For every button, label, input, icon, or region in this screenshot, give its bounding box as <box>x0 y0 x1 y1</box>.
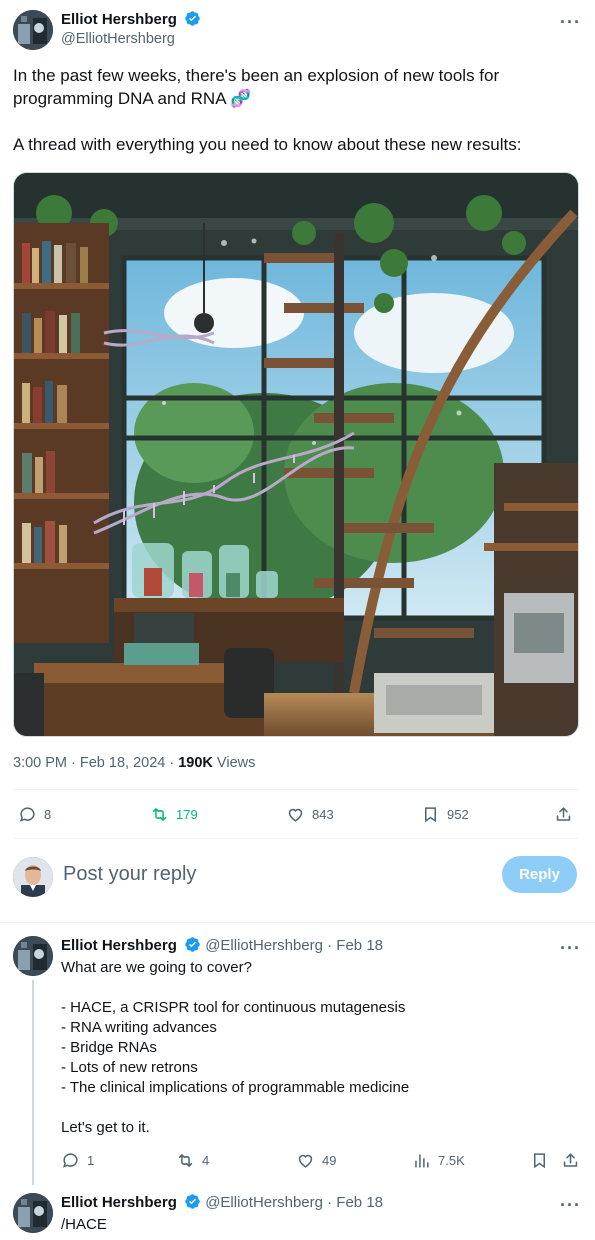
share-icon <box>563 1153 578 1167</box>
author-avatar[interactable] <box>13 1193 53 1233</box>
more-options-icon[interactable]: ··· <box>560 13 581 31</box>
verified-badge-icon <box>185 1194 200 1209</box>
divider <box>13 838 579 839</box>
share-action[interactable] <box>561 1151 580 1170</box>
thread-tweet-text: What are we going to cover? - HACE, a CR… <box>61 958 571 1138</box>
heart-icon <box>298 1154 313 1168</box>
retweet-icon <box>152 808 167 821</box>
retweet-icon <box>178 1154 193 1167</box>
tweet-text-line-wrap: programming DNA and RNA 🧬 <box>13 87 583 110</box>
reply-button[interactable]: Reply <box>502 856 577 893</box>
verified-badge-icon <box>185 937 200 952</box>
reply-icon <box>62 1153 78 1168</box>
bookmark-action[interactable] <box>530 1151 549 1170</box>
tweet-text-line: In the past few weeks, there's been an e… <box>13 66 500 85</box>
share-action[interactable] <box>554 805 573 824</box>
thread-connector-line <box>32 980 34 1185</box>
dna-emoji-icon: 🧬 <box>230 89 252 108</box>
tweet-text-line: - Bridge RNAs <box>61 1039 157 1056</box>
thread-tweet-header: Elliot Hershberg @ElliotHershberg · Feb … <box>61 1193 383 1211</box>
tweet-timestamp[interactable]: 3:00 PM · Feb 18, 2024 · 190K Views <box>13 755 255 771</box>
divider <box>13 789 579 790</box>
tweet-text-line: - Lots of new retrons <box>61 1059 198 1076</box>
tweet-time[interactable]: 3:00 PM · Feb 18, 2024 · <box>13 755 178 771</box>
like-count: 843 <box>312 807 334 822</box>
bookmark-icon <box>533 1153 546 1169</box>
like-action[interactable]: 49 <box>296 1151 336 1170</box>
tweet-text-line: Let's get to it. <box>61 1119 150 1136</box>
lab-illustration <box>14 173 578 736</box>
thread-tweet-header: Elliot Hershberg @ElliotHershberg · Feb … <box>61 936 383 954</box>
like-action[interactable]: 843 <box>286 805 334 824</box>
author-name[interactable]: Elliot Hershberg <box>61 937 177 954</box>
handle-and-date[interactable]: @ElliotHershberg · Feb 18 <box>205 937 383 954</box>
reply-input[interactable]: Post your reply <box>63 863 196 886</box>
author-name[interactable]: Elliot Hershberg <box>61 11 177 28</box>
bookmark-action[interactable]: 952 <box>421 805 469 824</box>
divider <box>0 922 595 923</box>
reply-count: 8 <box>44 807 52 822</box>
author-handle[interactable]: @ElliotHershberg <box>61 31 175 47</box>
like-count: 49 <box>322 1153 337 1168</box>
more-options-icon[interactable]: ··· <box>560 1196 581 1214</box>
tweet-image[interactable] <box>13 172 579 737</box>
tweet-text-line: - HACE, a CRISPR tool for continuous mut… <box>61 999 406 1016</box>
views-action[interactable]: 7.5K <box>412 1151 465 1170</box>
reply-icon <box>19 807 35 822</box>
reply-count: 1 <box>87 1153 95 1168</box>
tweet-text-line: A thread with everything you need to kno… <box>13 135 522 154</box>
current-user-avatar[interactable] <box>13 857 53 897</box>
author-avatar[interactable] <box>13 10 53 50</box>
retweet-action[interactable]: 4 <box>176 1151 209 1170</box>
tweet-text: In the past few weeks, there's been an e… <box>13 64 583 156</box>
tweet-text-line: /HACE <box>61 1216 107 1233</box>
tweet-text-line: - The clinical implications of programma… <box>61 1079 410 1096</box>
bookmark-icon <box>424 807 437 823</box>
views-count: 190K <box>178 755 213 771</box>
reply-action[interactable]: 1 <box>61 1151 94 1170</box>
retweet-count: 179 <box>176 807 198 822</box>
more-options-icon[interactable]: ··· <box>560 939 581 957</box>
verified-badge-icon <box>185 11 201 26</box>
author-name[interactable]: Elliot Hershberg <box>61 1194 177 1211</box>
share-icon <box>556 807 571 821</box>
views-count: 7.5K <box>438 1153 465 1168</box>
retweet-action[interactable]: 179 <box>150 805 198 824</box>
reply-action[interactable]: 8 <box>18 805 51 824</box>
handle-and-date[interactable]: @ElliotHershberg · Feb 18 <box>205 1194 383 1211</box>
author-avatar[interactable] <box>13 936 53 976</box>
tweet-text-line: - RNA writing advances <box>61 1019 217 1036</box>
views-label: Views <box>212 755 256 771</box>
heart-icon <box>288 808 303 822</box>
retweet-count: 4 <box>202 1153 210 1168</box>
analytics-icon <box>415 1154 429 1168</box>
tweet-text-line: What are we going to cover? <box>61 959 252 976</box>
tweet-text-line: programming DNA and RNA <box>13 89 226 108</box>
bookmark-count: 952 <box>447 807 469 822</box>
